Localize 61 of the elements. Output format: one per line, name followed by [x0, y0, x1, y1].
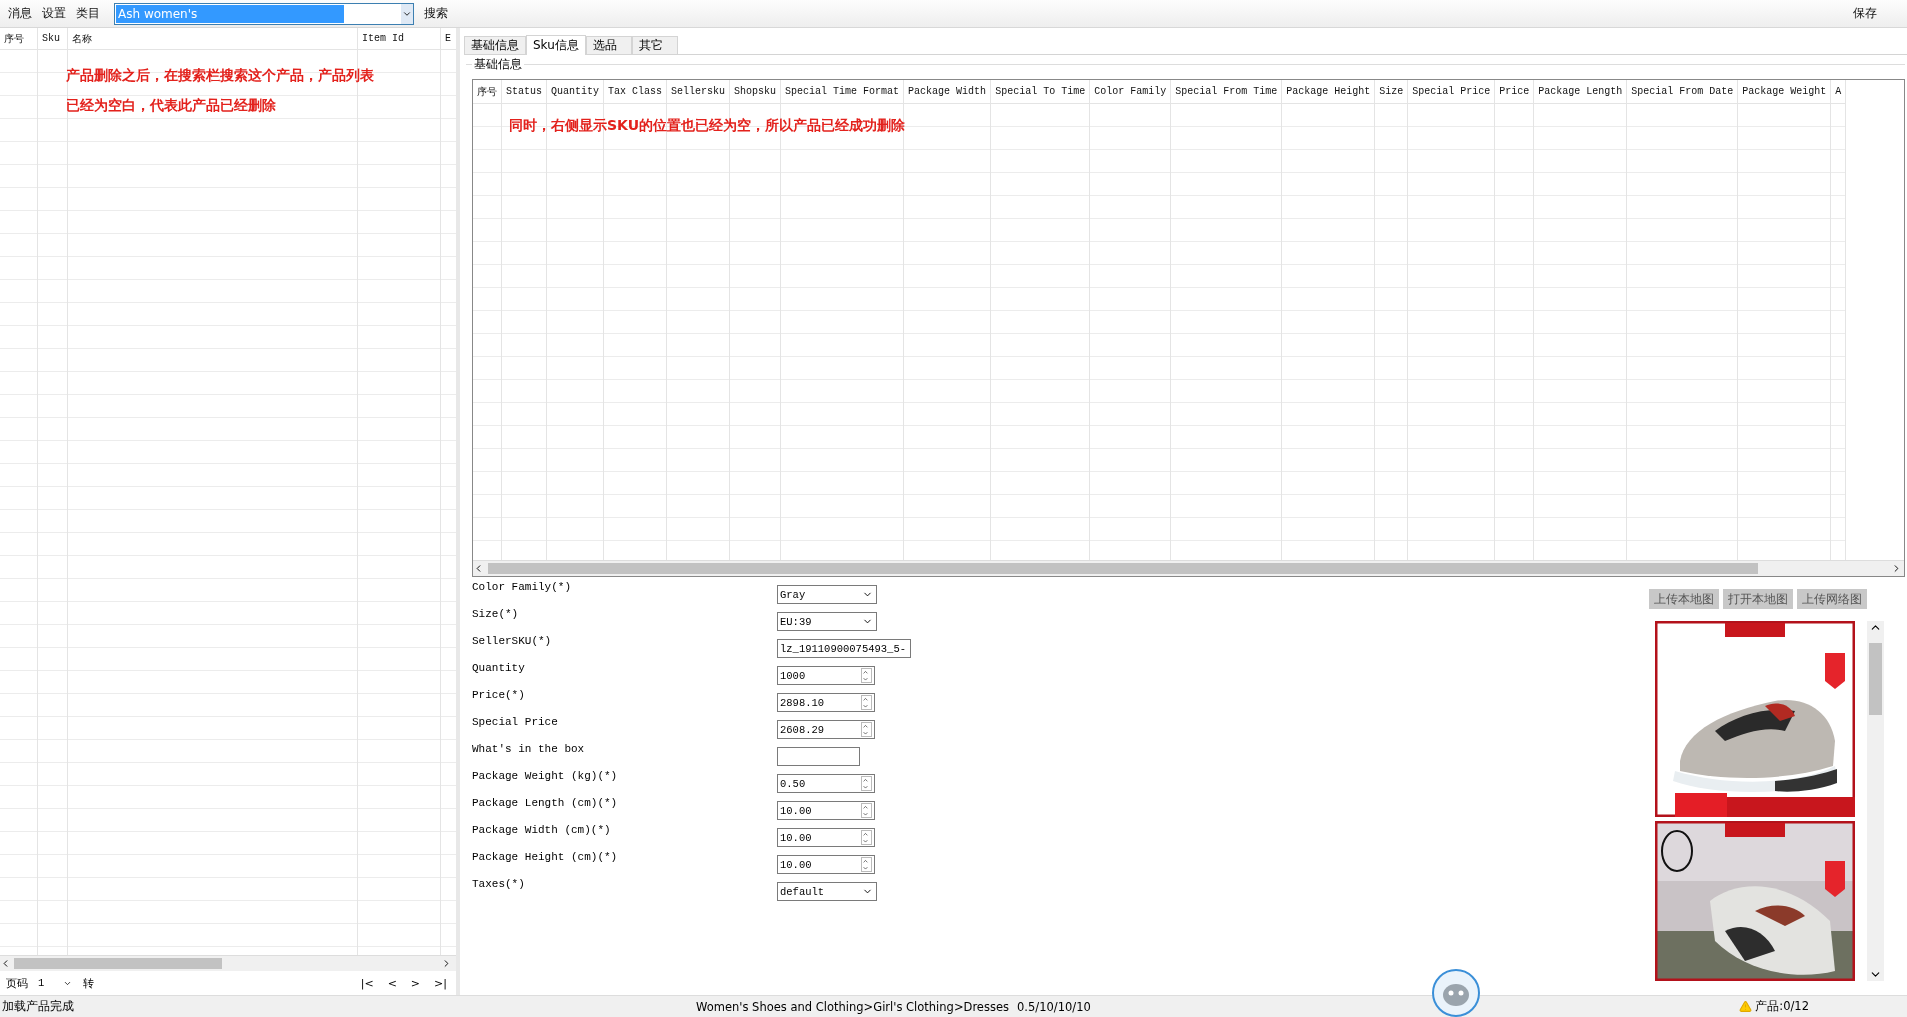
annotation-text: 产品删除之后，在搜索栏搜索这个产品，产品列表已经为空白，代表此产品已经删除	[66, 66, 375, 115]
field-label: Package Weight (kg)(*)	[472, 770, 619, 782]
field-label: Package Length (cm)(*)	[472, 797, 619, 809]
image-button[interactable]: 打开本地图	[1723, 589, 1793, 609]
dropdown[interactable]: default	[777, 882, 877, 901]
spin-arrows-icon	[861, 668, 872, 683]
dropdown[interactable]: EU:39	[777, 612, 877, 631]
warning-icon	[1739, 1000, 1753, 1013]
assistant-icon[interactable]	[1431, 968, 1481, 1017]
menu-item[interactable]: 类目	[76, 5, 100, 22]
spin-field[interactable]: 1000	[777, 666, 875, 685]
field-label: Price(*)	[472, 689, 526, 701]
dropdown[interactable]: Gray	[777, 585, 877, 604]
save-button[interactable]: 保存	[1853, 5, 1877, 22]
scrollbar-thumb[interactable]	[14, 958, 222, 969]
input-field[interactable]: lz_19110900075493_5-	[777, 639, 911, 658]
field-label: Special Price	[472, 716, 559, 728]
spin-arrows-icon	[861, 830, 872, 845]
tab[interactable]: Sku信息	[526, 35, 586, 55]
image-button[interactable]: 上传网络图	[1797, 589, 1867, 609]
spin-field[interactable]: 2898.10	[777, 693, 875, 712]
spin-arrows-icon	[861, 857, 872, 872]
field-label: What's in the box	[472, 743, 586, 755]
spin-arrows-icon	[861, 776, 872, 791]
spin-field[interactable]: 10.00	[777, 855, 875, 874]
input-field[interactable]	[777, 747, 860, 766]
pager-button[interactable]: >|	[431, 976, 450, 990]
menu-item[interactable]: 设置	[42, 5, 66, 22]
menu-item[interactable]: 消息	[8, 5, 32, 22]
spin-arrows-icon	[861, 695, 872, 710]
annotation-text: 同时，右侧显示SKU的位置也已经为空，所以产品已经成功删除	[509, 116, 906, 135]
tab[interactable]: 选品	[585, 36, 632, 54]
field-label: Taxes(*)	[472, 878, 526, 890]
page-label: 页码	[6, 975, 28, 991]
dimensions-text: 0.5/10/10/10	[1017, 999, 1091, 1014]
spin-field[interactable]: 2608.29	[777, 720, 875, 739]
category-path: Women's Shoes and Clothing>Girl's Clothing>Dresses	[696, 999, 1009, 1014]
spin-arrows-icon	[861, 722, 872, 737]
pager-button[interactable]: |<	[357, 976, 377, 990]
field-label: Package Width (cm)(*)	[472, 824, 612, 836]
spin-field[interactable]: 10.00	[777, 828, 875, 847]
product-count: 产品:0/12	[1755, 999, 1809, 1014]
spin-field[interactable]: 0.50	[777, 774, 875, 793]
go-button[interactable]: 转	[80, 975, 97, 991]
field-label: Quantity	[472, 662, 526, 674]
scrollbar-thumb[interactable]	[488, 563, 1758, 574]
field-label: SellerSKU(*)	[472, 635, 553, 647]
scrollbar-thumb[interactable]	[1869, 643, 1882, 715]
field-label: Package Height (cm)(*)	[472, 851, 619, 863]
search-button[interactable]: 搜索	[424, 5, 448, 22]
spin-arrows-icon	[861, 803, 872, 818]
tab[interactable]: 基础信息	[464, 36, 526, 54]
group-title: 基础信息	[472, 56, 524, 73]
pager-button[interactable]: >	[407, 976, 424, 990]
field-label: Color Family(*)	[472, 581, 573, 593]
image-button[interactable]: 上传本地图	[1649, 589, 1719, 609]
field-label: Size(*)	[472, 608, 520, 620]
pager-button[interactable]: <	[384, 976, 400, 990]
status-text: 加载产品完成	[2, 999, 74, 1014]
spin-field[interactable]: 10.00	[777, 801, 875, 820]
tab[interactable]: 其它	[631, 36, 678, 54]
